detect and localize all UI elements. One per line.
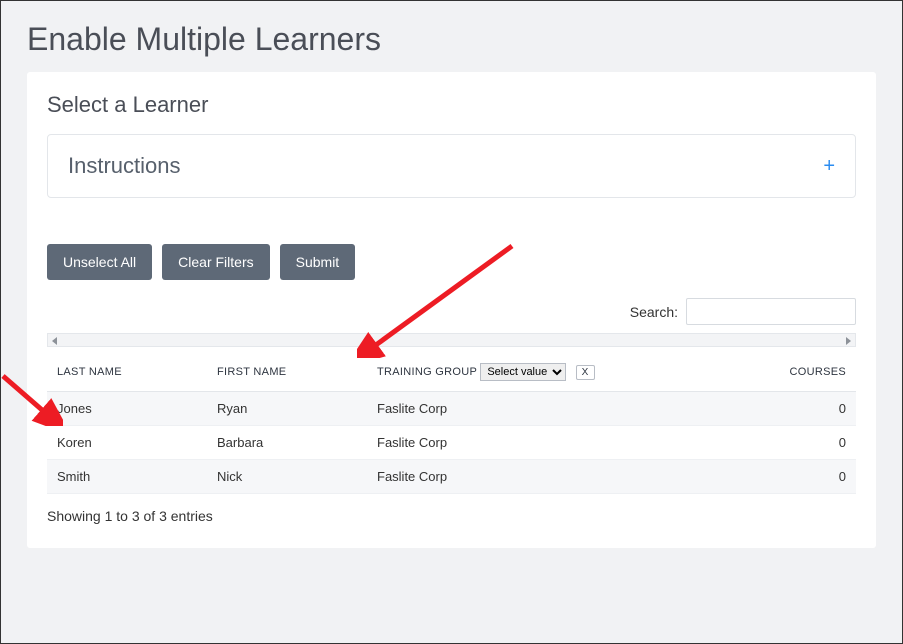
horizontal-scrollbar[interactable]	[47, 333, 856, 347]
cell-first-name: Barbara	[207, 426, 367, 460]
col-training-group[interactable]: TRAINING GROUP Select value X	[367, 353, 766, 392]
cell-last-name: Jones	[47, 392, 207, 426]
col-first-name[interactable]: FIRST NAME	[207, 353, 367, 392]
clear-filters-button[interactable]: Clear Filters	[162, 244, 269, 280]
instructions-title: Instructions	[68, 153, 181, 179]
table-header-row: LAST NAME FIRST NAME TRAINING GROUP Sele…	[47, 353, 856, 392]
cell-first-name: Nick	[207, 460, 367, 494]
submit-button[interactable]: Submit	[280, 244, 356, 280]
button-row: Unselect All Clear Filters Submit	[47, 244, 856, 280]
instructions-panel[interactable]: Instructions +	[47, 134, 856, 198]
col-training-group-label: TRAINING GROUP	[377, 366, 477, 378]
table-row[interactable]: Koren Barbara Faslite Corp 0	[47, 426, 856, 460]
cell-courses: 0	[766, 426, 856, 460]
expand-plus-icon[interactable]: +	[823, 155, 835, 178]
cell-last-name: Koren	[47, 426, 207, 460]
col-last-name[interactable]: LAST NAME	[47, 353, 207, 392]
cell-courses: 0	[766, 460, 856, 494]
cell-training-group: Faslite Corp	[367, 392, 766, 426]
search-input[interactable]	[686, 298, 856, 325]
cell-training-group: Faslite Corp	[367, 426, 766, 460]
learners-table: LAST NAME FIRST NAME TRAINING GROUP Sele…	[47, 353, 856, 494]
search-label: Search:	[630, 304, 678, 320]
search-row: Search:	[47, 298, 856, 325]
page-title: Enable Multiple Learners	[3, 3, 900, 72]
table-row[interactable]: Smith Nick Faslite Corp 0	[47, 460, 856, 494]
cell-first-name: Ryan	[207, 392, 367, 426]
col-courses[interactable]: COURSES	[766, 353, 856, 392]
table-row[interactable]: Jones Ryan Faslite Corp 0	[47, 392, 856, 426]
training-group-filter-select[interactable]: Select value	[480, 363, 566, 381]
unselect-all-button[interactable]: Unselect All	[47, 244, 152, 280]
training-group-clear-button[interactable]: X	[576, 365, 595, 380]
table-body: Jones Ryan Faslite Corp 0 Koren Barbara …	[47, 392, 856, 494]
learner-card: Select a Learner Instructions + Unselect…	[27, 72, 876, 548]
section-title: Select a Learner	[47, 92, 856, 118]
cell-training-group: Faslite Corp	[367, 460, 766, 494]
cell-last-name: Smith	[47, 460, 207, 494]
cell-courses: 0	[766, 392, 856, 426]
table-footer-info: Showing 1 to 3 of 3 entries	[47, 508, 856, 524]
